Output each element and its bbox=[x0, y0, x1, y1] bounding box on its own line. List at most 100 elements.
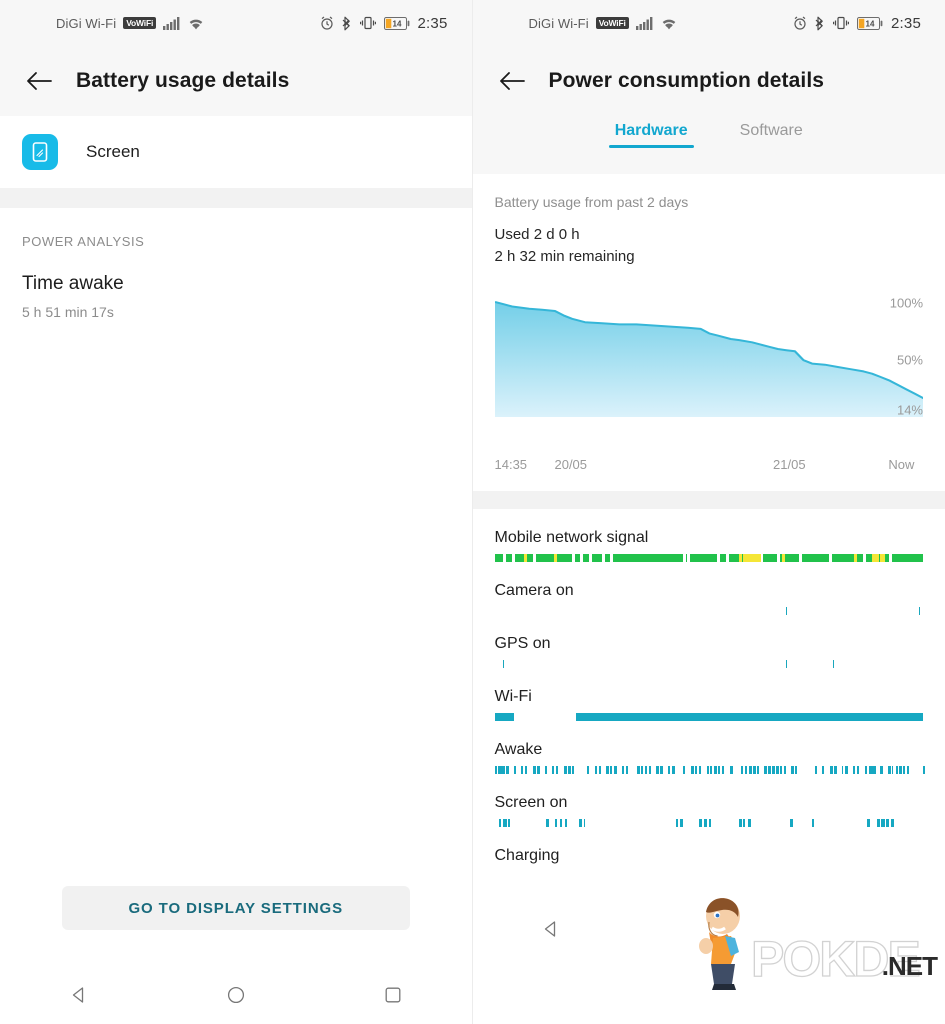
cellular-signal-icon bbox=[163, 16, 180, 30]
alarm-clock-icon bbox=[320, 16, 334, 30]
battery-chart: 100% 50% 14% 14:35 20/05 21/05 Now bbox=[473, 265, 945, 475]
alarm-clock-icon-2 bbox=[793, 16, 807, 30]
screen-display-icon bbox=[22, 134, 58, 170]
y-tick-100: 100% bbox=[889, 295, 923, 311]
activity-row-charging: Charging bbox=[495, 847, 924, 880]
activity-segment bbox=[695, 766, 698, 774]
wifi-icon-2 bbox=[660, 17, 678, 30]
nav-back-triangle-icon-2[interactable] bbox=[531, 909, 571, 949]
back-arrow-icon[interactable] bbox=[22, 64, 56, 98]
status-bar-clock: 2:35 bbox=[417, 14, 448, 32]
vowifi-badge-2: VoWiFi bbox=[595, 17, 629, 29]
activity-segment bbox=[822, 766, 825, 774]
activity-segment bbox=[729, 766, 733, 774]
activity-segment bbox=[755, 554, 762, 562]
activity-segment bbox=[864, 766, 868, 774]
activity-segment bbox=[857, 766, 860, 774]
x-tick-0: 14:35 bbox=[494, 457, 528, 472]
activity-segment bbox=[783, 766, 787, 774]
status-bar-right: DiGi Wi-Fi VoWiFi 14 2:35 bbox=[472, 0, 945, 46]
left-screen: DiGi Wi-Fi VoWiFi 14 2:35 Battery usage … bbox=[0, 0, 473, 1024]
activity-segment bbox=[785, 660, 788, 668]
right-screen: DiGi Wi-Fi VoWiFi 14 2:35 Power consumpt… bbox=[472, 0, 945, 1024]
bluetooth-icon bbox=[342, 16, 352, 31]
nav-home-circle-icon[interactable] bbox=[216, 975, 256, 1015]
svg-text:14: 14 bbox=[866, 19, 875, 28]
activity-segment bbox=[756, 766, 759, 774]
chart-y-axis: 100% 50% 14% bbox=[879, 295, 923, 418]
activity-segment bbox=[830, 766, 833, 774]
activity-segment bbox=[625, 766, 629, 774]
left-app-bar: Battery usage details bbox=[0, 46, 472, 116]
activity-segment bbox=[749, 766, 752, 774]
usage-summary: Battery usage from past 2 days Used 2 d … bbox=[473, 174, 945, 265]
activity-segment bbox=[502, 766, 505, 774]
nav-recents-square-icon[interactable] bbox=[373, 975, 413, 1015]
activity-segment bbox=[552, 766, 554, 774]
activity-segment bbox=[811, 819, 815, 827]
section-divider bbox=[0, 188, 472, 208]
activity-segment bbox=[544, 766, 547, 774]
activity-segment bbox=[601, 554, 605, 562]
activity-segment bbox=[743, 819, 746, 827]
activity-segment bbox=[776, 766, 780, 774]
nav-bar-left bbox=[0, 966, 472, 1024]
activity-segment bbox=[872, 766, 876, 774]
tab-software[interactable]: Software bbox=[734, 116, 809, 148]
back-arrow-icon-2[interactable] bbox=[495, 64, 529, 98]
status-bar-left: DiGi Wi-Fi VoWiFi 14 2:35 bbox=[0, 0, 472, 46]
vowifi-badge: VoWiFi bbox=[123, 17, 157, 29]
activity-segment bbox=[745, 766, 748, 774]
activity-segment bbox=[637, 766, 640, 774]
go-to-display-settings-button[interactable]: GO TO DISPLAY SETTINGS bbox=[62, 886, 410, 930]
battery-chart-plot: 100% 50% 14% bbox=[494, 295, 923, 449]
activity-segment bbox=[494, 713, 514, 721]
activity-label: Wi-Fi bbox=[494, 688, 532, 705]
activity-segment bbox=[772, 766, 775, 774]
activity-track bbox=[494, 713, 924, 721]
activity-segment bbox=[706, 766, 709, 774]
activity-segment bbox=[886, 819, 890, 827]
tab-hardware[interactable]: Hardware bbox=[608, 116, 694, 148]
battery-icon-2: 14 bbox=[857, 16, 883, 30]
activity-segment bbox=[722, 766, 725, 774]
activity-segment bbox=[710, 766, 713, 774]
activity-segment bbox=[853, 766, 855, 774]
x-tick-2: 21/05 bbox=[773, 457, 806, 472]
activity-segment bbox=[580, 554, 584, 562]
activity-segment bbox=[587, 766, 590, 774]
status-bar-left-group: DiGi Wi-Fi VoWiFi bbox=[56, 16, 205, 31]
status-bar-left-group-2: DiGi Wi-Fi VoWiFi bbox=[529, 16, 678, 31]
activity-segment bbox=[556, 766, 558, 774]
activity-segment bbox=[918, 607, 920, 615]
activity-segment bbox=[867, 819, 871, 827]
activity-segment bbox=[752, 766, 756, 774]
activity-segment bbox=[698, 766, 701, 774]
activity-segment bbox=[785, 607, 788, 615]
app-entry-row[interactable]: Screen bbox=[0, 116, 472, 188]
display-settings-button-wrap: GO TO DISPLAY SETTINGS bbox=[0, 886, 472, 966]
usage-remaining: 2 h 32 min remaining bbox=[494, 248, 635, 265]
activity-row-camera: Camera on bbox=[495, 582, 924, 615]
activity-segment bbox=[660, 766, 664, 774]
activity-segment bbox=[503, 819, 507, 827]
activity-segment bbox=[583, 819, 586, 827]
status-bar-right-group-2: 14 2:35 bbox=[793, 15, 921, 32]
power-analysis-section: POWER ANALYSIS Time awake 5 h 51 min 17s bbox=[0, 208, 472, 886]
x-tick-1: 20/05 bbox=[554, 457, 588, 472]
activity-track bbox=[494, 766, 926, 774]
activity-segment bbox=[888, 554, 892, 562]
nav-home-circle-icon-2[interactable] bbox=[689, 909, 729, 949]
activity-segment bbox=[876, 819, 880, 827]
nav-back-triangle-icon[interactable] bbox=[59, 975, 99, 1015]
activity-list: Mobile network signal Camera on GPS on W… bbox=[473, 509, 945, 900]
activity-segment bbox=[598, 766, 602, 774]
activity-segment bbox=[891, 766, 894, 774]
nav-recents-square-icon-2[interactable] bbox=[846, 909, 886, 949]
activity-label: Charging bbox=[494, 847, 560, 864]
activity-segment bbox=[578, 819, 582, 827]
activity-segment bbox=[610, 766, 613, 774]
usage-note: Battery usage from past 2 days bbox=[494, 194, 689, 210]
app-entry-card[interactable]: Screen bbox=[0, 116, 472, 188]
activity-segment bbox=[675, 819, 678, 827]
